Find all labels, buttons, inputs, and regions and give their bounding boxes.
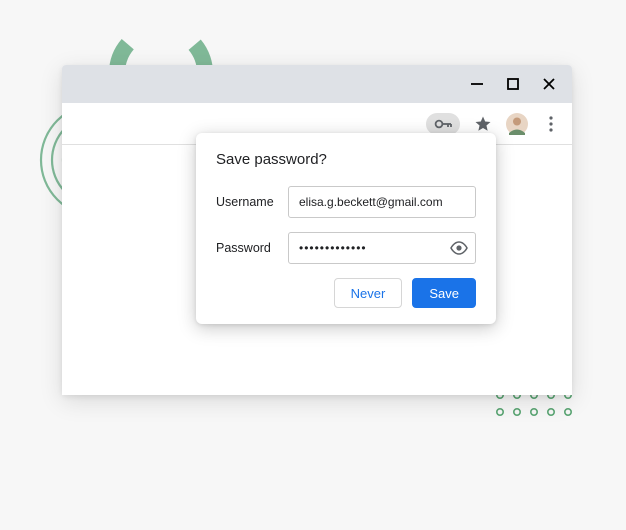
password-field-row: Password [216,232,476,264]
window-close-button[interactable] [540,75,558,93]
never-button[interactable]: Never [334,278,403,308]
username-label: Username [216,195,288,209]
save-button[interactable]: Save [412,278,476,308]
bookmark-star-button[interactable] [472,113,494,135]
popover-button-row: Never Save [216,278,476,308]
username-field-row: Username [216,186,476,218]
password-label: Password [216,241,288,255]
eye-icon [450,241,468,255]
username-input[interactable] [288,186,476,218]
password-input[interactable] [288,232,476,264]
browser-menu-button[interactable] [540,113,562,135]
window-maximize-button[interactable] [504,75,522,93]
show-password-button[interactable] [450,241,468,255]
window-titlebar [62,65,572,103]
profile-avatar-button[interactable] [506,113,528,135]
window-minimize-button[interactable] [468,75,486,93]
key-icon [434,118,452,130]
password-key-chip[interactable] [426,113,460,135]
popover-title: Save password? [216,151,476,168]
save-password-popover: Save password? Username Password Never S… [196,133,496,324]
